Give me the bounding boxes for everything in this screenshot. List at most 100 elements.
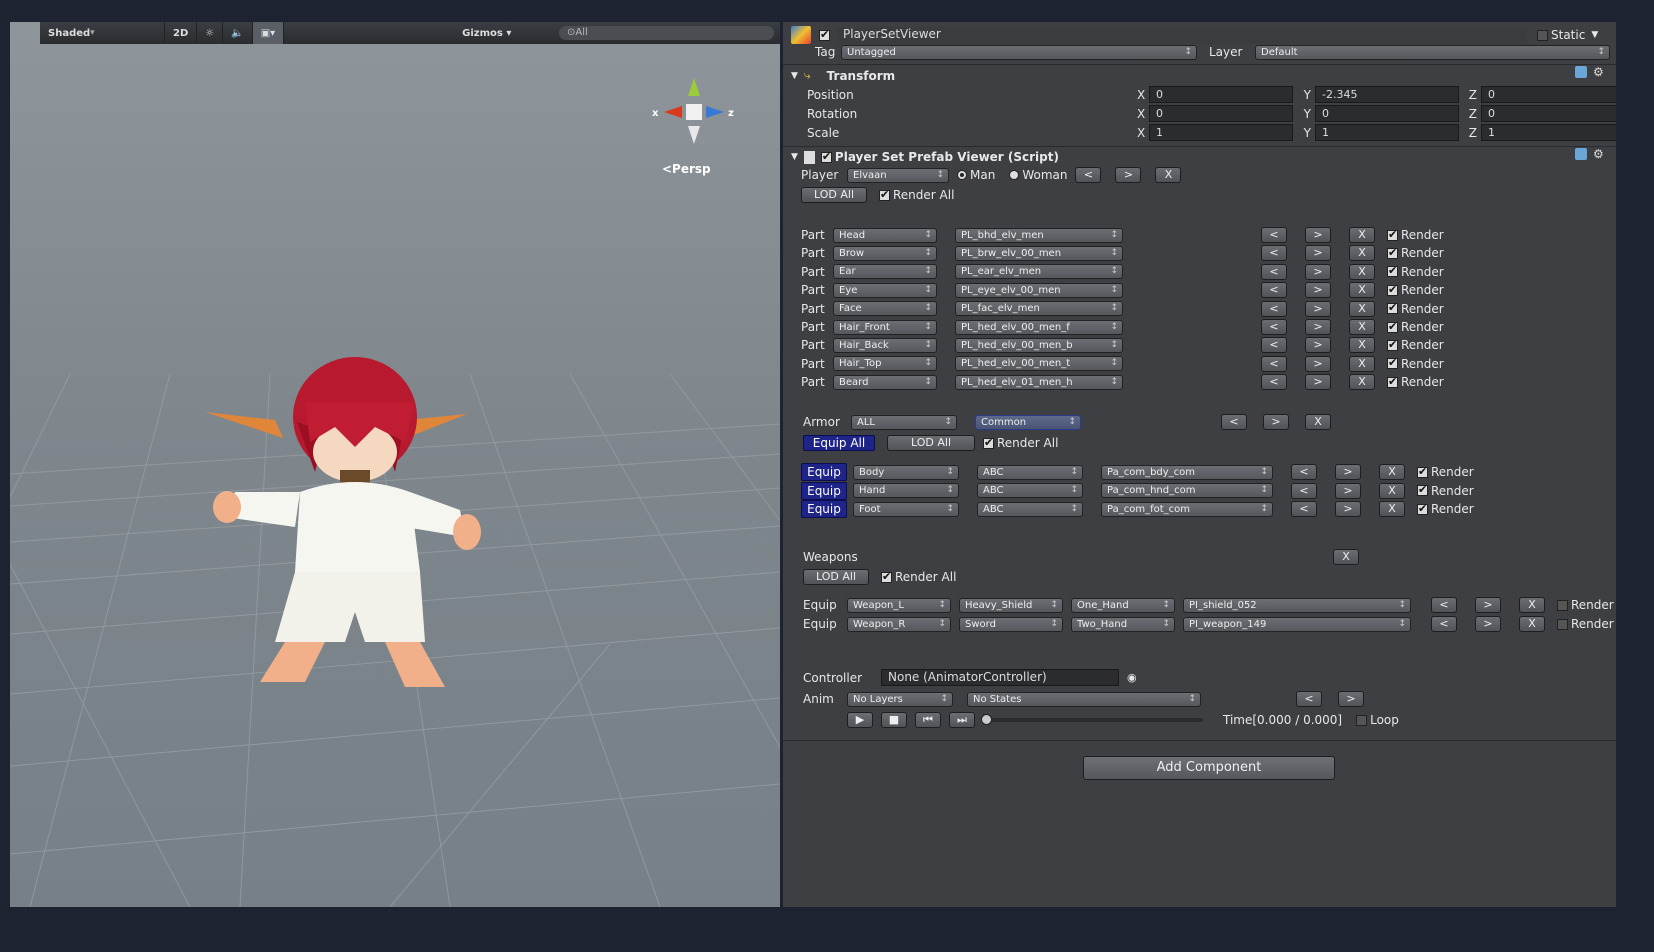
effects-toggle-icon[interactable]: ▣▾ [252,22,285,44]
scale-x-field[interactable]: 1 [1149,124,1293,141]
armor-slot-dropdown[interactable]: Body [853,464,959,480]
scene-search-input[interactable]: ⊙All [559,26,774,40]
part-render-checkbox[interactable] [1387,246,1398,259]
projection-label[interactable]: <Persp [662,162,711,176]
part-prev-button[interactable]: < [1261,337,1287,354]
armor-set-item-dropdown[interactable]: ABC [977,464,1083,480]
step-forward-icon[interactable]: ⏭ [949,712,975,728]
2d-toggle-button[interactable]: 2D [165,22,198,44]
player-race-dropdown[interactable]: Elvaan [847,167,949,183]
transform-header[interactable]: ▼ ⤷ Transform [791,68,895,83]
part-slot-dropdown[interactable]: Ear [833,264,937,280]
help-icon[interactable] [1575,148,1587,160]
layer-dropdown[interactable]: Default [1255,44,1610,60]
equip-button[interactable]: Equip [801,481,847,500]
weapon-render-checkbox[interactable] [1557,599,1568,611]
help-icon[interactable] [1575,66,1587,78]
weapon-next-button[interactable]: > [1475,597,1501,613]
part-slot-dropdown[interactable]: Head [833,227,937,243]
armor-item-prev-button[interactable]: < [1291,482,1317,499]
part-clear-button[interactable]: X [1349,337,1375,354]
play-icon[interactable]: ▶ [847,712,873,728]
part-clear-button[interactable]: X [1349,355,1375,372]
scale-z-field[interactable]: 1 [1481,124,1616,141]
weapon-asset-dropdown[interactable]: PI_weapon_149 [1183,616,1411,632]
part-next-button[interactable]: > [1305,374,1331,391]
tag-dropdown[interactable]: Untagged [841,44,1197,60]
part-slot-dropdown[interactable]: Hair_Back [833,337,937,353]
weapon-next-button[interactable]: > [1475,616,1501,632]
part-render-checkbox[interactable] [1387,320,1398,333]
part-render-checkbox[interactable] [1387,356,1398,370]
part-asset-dropdown[interactable]: PL_eye_elv_00_men [955,282,1123,298]
rotation-x-field[interactable]: 0 [1149,105,1293,122]
armor-asset-dropdown[interactable]: Pa_com_bdy_com [1101,464,1273,480]
part-prev-button[interactable]: < [1261,282,1287,299]
stop-icon[interactable]: ■ [881,712,907,728]
part-clear-button[interactable]: X [1349,282,1375,299]
part-render-checkbox[interactable] [1387,228,1398,241]
part-clear-button[interactable]: X [1349,263,1375,280]
part-prev-button[interactable]: < [1261,245,1287,262]
part-asset-dropdown[interactable]: PL_brw_elv_00_men [955,245,1123,261]
step-back-icon[interactable]: ⏮ [915,712,941,728]
armor-asset-dropdown[interactable]: Pa_com_fot_com [1101,501,1273,517]
part-slot-dropdown[interactable]: Brow [833,245,937,261]
rotation-y-field[interactable]: 0 [1315,105,1459,122]
render-all-checkbox[interactable] [879,188,890,201]
armor-item-next-button[interactable]: > [1335,464,1361,480]
armor-asset-dropdown[interactable]: Pa_com_hnd_com [1101,483,1273,498]
armor-set-item-dropdown[interactable]: ABC [977,501,1083,517]
armor-item-clear-button[interactable]: X [1379,482,1405,499]
weapons-render-all-checkbox[interactable] [881,570,892,583]
equip-button[interactable]: Equip [801,463,847,481]
part-next-button[interactable]: > [1305,282,1331,299]
part-prev-button[interactable]: < [1261,300,1287,317]
scale-y-field[interactable]: 1 [1315,124,1459,141]
foldout-arrow-icon[interactable]: ▼ [791,152,798,162]
position-y-field[interactable]: -2.345 [1315,86,1459,103]
part-next-button[interactable]: > [1305,337,1331,354]
script-header[interactable]: ▼ Player Set Prefab Viewer (Script) [791,150,1059,165]
man-radio[interactable] [957,170,967,180]
gear-icon[interactable]: ⚙ [1593,66,1605,78]
object-name-field[interactable]: PlayerSetViewer [837,26,1527,44]
part-next-button[interactable]: > [1305,263,1331,280]
part-prev-button[interactable]: < [1261,263,1287,280]
part-asset-dropdown[interactable]: PL_ear_elv_men [955,264,1123,280]
equip-all-button[interactable]: Equip All [803,435,875,451]
player-prev-button[interactable]: < [1075,167,1102,183]
armor-item-prev-button[interactable]: < [1291,464,1317,480]
add-component-button[interactable]: Add Component [1083,756,1335,780]
part-prev-button[interactable]: < [1261,227,1287,243]
part-next-button[interactable]: > [1305,227,1331,243]
part-render-checkbox[interactable] [1387,301,1398,315]
controller-field[interactable]: None (AnimatorController) [881,669,1119,686]
script-enabled-checkbox[interactable] [820,150,832,163]
foldout-arrow-icon[interactable]: ▼ [791,71,798,81]
position-z-field[interactable]: 0 [1481,86,1616,103]
armor-item-clear-button[interactable]: X [1379,464,1405,480]
weapon-clear-button[interactable]: X [1519,597,1545,613]
part-render-checkbox[interactable] [1387,338,1398,351]
armor-item-render-checkbox[interactable] [1417,502,1428,515]
armor-item-render-checkbox[interactable] [1417,483,1428,496]
part-slot-dropdown[interactable]: Eye [833,282,937,298]
player-next-button[interactable]: > [1115,167,1142,183]
part-slot-dropdown[interactable]: Hair_Top [833,356,937,372]
object-picker-icon[interactable]: ◉ [1127,671,1137,684]
part-next-button[interactable]: > [1305,319,1331,335]
rotation-z-field[interactable]: 0 [1481,105,1616,122]
part-render-checkbox[interactable] [1387,375,1398,388]
weapon-slot-dropdown[interactable]: Weapon_L [847,597,951,613]
position-x-field[interactable]: 0 [1149,86,1293,103]
part-slot-dropdown[interactable]: Face [833,301,937,317]
anim-state-dropdown[interactable]: No States [967,691,1201,707]
part-next-button[interactable]: > [1305,300,1331,317]
armor-item-next-button[interactable]: > [1335,482,1361,499]
time-slider[interactable] [981,714,1203,725]
part-clear-button[interactable]: X [1349,227,1375,243]
loop-checkbox[interactable] [1356,714,1368,726]
part-clear-button[interactable]: X [1349,245,1375,262]
anim-prev-button[interactable]: < [1296,691,1322,707]
